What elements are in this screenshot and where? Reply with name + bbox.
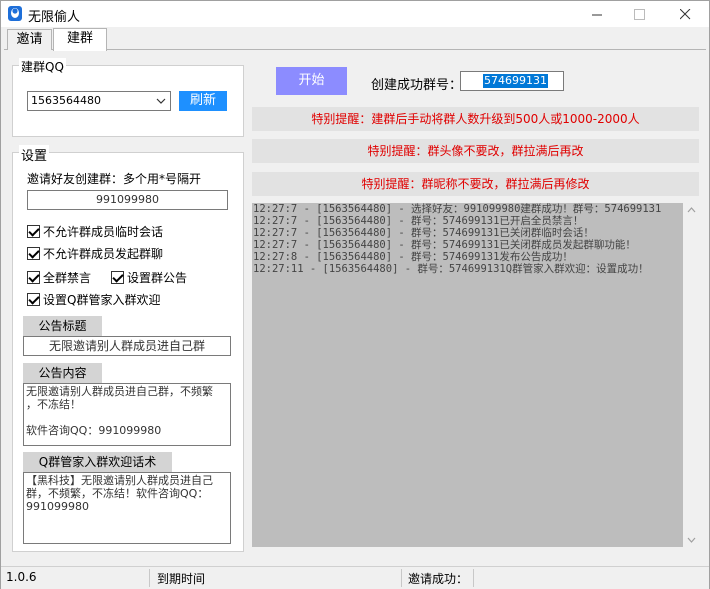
qq-select-value: 1563564480 — [31, 94, 101, 107]
checkbox-checked-icon — [27, 247, 40, 260]
log-line: 12:27:7 - [1563564480] - 选择好友：991099980建… — [253, 203, 662, 215]
scroll-up-icon[interactable] — [687, 207, 696, 213]
checkbox-checked-icon — [27, 293, 40, 306]
status-bar: 1.0.6 到期时间 邀请成功： — [1, 566, 709, 589]
option-label: 不允许群成员临时会话 — [43, 225, 164, 239]
checkbox-checked-icon — [27, 271, 40, 284]
warning-upgrade: 特别提醒：建群后手动将群人数升级到500人或1000-2000人 — [252, 107, 699, 131]
option-label: 不允许群成员发起群聊 — [43, 247, 164, 261]
refresh-button[interactable]: 刷新 — [179, 91, 227, 111]
log-line: 12:27:8 - [1563564480] - 群号：574699131发布公… — [253, 251, 573, 263]
status-divider — [149, 569, 150, 587]
invite-friends-input[interactable]: 991099980 — [27, 190, 228, 210]
status-divider — [401, 569, 402, 587]
notice-title-label: 公告标题 — [23, 316, 102, 336]
qq-penguin-icon — [8, 6, 22, 21]
log-output[interactable]: 12:27:7 - [1563564480] - 选择好友：991099980建… — [252, 203, 683, 547]
window-title: 无限偷人 — [28, 10, 81, 25]
tab-invite[interactable]: 邀请 — [7, 29, 52, 50]
tab-create-group[interactable]: 建群 — [53, 28, 107, 51]
log-line: 12:27:11 - [1563564480] - 群号：574699131Q群… — [253, 263, 649, 275]
option-no-temp-chat[interactable]: 不允许群成员临时会话 — [27, 223, 163, 240]
tab-panel-border — [4, 49, 706, 50]
log-line: 12:27:7 - [1563564480] - 群号：574699131已关闭… — [253, 227, 594, 239]
notice-content-label: 公告内容 — [23, 363, 102, 383]
warning-nickname: 特别提醒：群昵称不要改，群拉满后再修改 — [252, 172, 699, 196]
created-group-value: 574699131 — [483, 74, 548, 88]
option-label: 设置Q群管家入群欢迎 — [43, 293, 161, 307]
notice-content-textarea[interactable]: 无限邀请别人群成员进自己群，不频繁 ，不冻结！ 软件咨询QQ：991099980 — [23, 383, 231, 446]
log-line: 12:27:7 - [1563564480] - 群号：574699131已关闭… — [253, 239, 636, 251]
welcome-label: Q群管家入群欢迎话术 — [23, 452, 172, 472]
minimize-icon — [591, 14, 602, 15]
notice-title-input[interactable]: 无限邀请别人群成员进自己群 — [23, 336, 231, 356]
maximize-button[interactable] — [616, 1, 662, 27]
option-set-welcome[interactable]: 设置Q群管家入群欢迎 — [27, 291, 160, 308]
close-button[interactable] — [662, 1, 708, 27]
checkbox-checked-icon — [27, 225, 40, 238]
log-scrollbar[interactable] — [683, 203, 700, 547]
option-no-group-chat[interactable]: 不允许群成员发起群聊 — [27, 245, 163, 262]
maximize-icon — [633, 8, 645, 20]
log-line: 12:27:7 - [1563564480] - 群号：574699131已开启… — [253, 215, 584, 227]
created-group-label: 创建成功群号： — [371, 78, 463, 93]
warning-avatar: 特别提醒：群头像不要改，群拉满后再改 — [252, 139, 699, 163]
option-set-notice[interactable]: 设置群公告 — [111, 269, 187, 286]
title-bar: 无限偷人 — [1, 1, 709, 27]
welcome-textarea[interactable]: 【黑科技】无限邀请别人群成员进自己 群，不频繁，不冻结！软件咨询QQ： 9910… — [23, 472, 231, 544]
close-icon — [679, 8, 690, 19]
scroll-down-icon[interactable] — [687, 537, 696, 543]
group-qq-title: 建群QQ — [19, 58, 66, 75]
invite-success-label: 邀请成功： — [408, 572, 469, 586]
option-mute-all[interactable]: 全群禁言 — [27, 269, 91, 286]
checkbox-checked-icon — [111, 271, 124, 284]
invite-friends-label: 邀请好友创建群：多个用*号隔开 — [27, 172, 202, 186]
qq-select[interactable]: 1563564480 — [27, 91, 171, 111]
chevron-down-icon — [156, 98, 166, 104]
start-button[interactable]: 开始 — [276, 67, 347, 95]
option-label: 设置群公告 — [127, 271, 188, 285]
minimize-button[interactable] — [574, 1, 620, 27]
expire-label: 到期时间 — [157, 572, 206, 586]
version-text: 1.0.6 — [6, 570, 37, 584]
settings-title: 设置 — [19, 145, 50, 164]
option-label: 全群禁言 — [43, 271, 92, 285]
created-group-field[interactable]: 574699131 — [460, 71, 564, 91]
status-divider — [473, 569, 474, 587]
app-window: 无限偷人 邀请 建群 建群QQ 1563564480 刷新 设置 邀请好友创建群… — [0, 0, 710, 589]
